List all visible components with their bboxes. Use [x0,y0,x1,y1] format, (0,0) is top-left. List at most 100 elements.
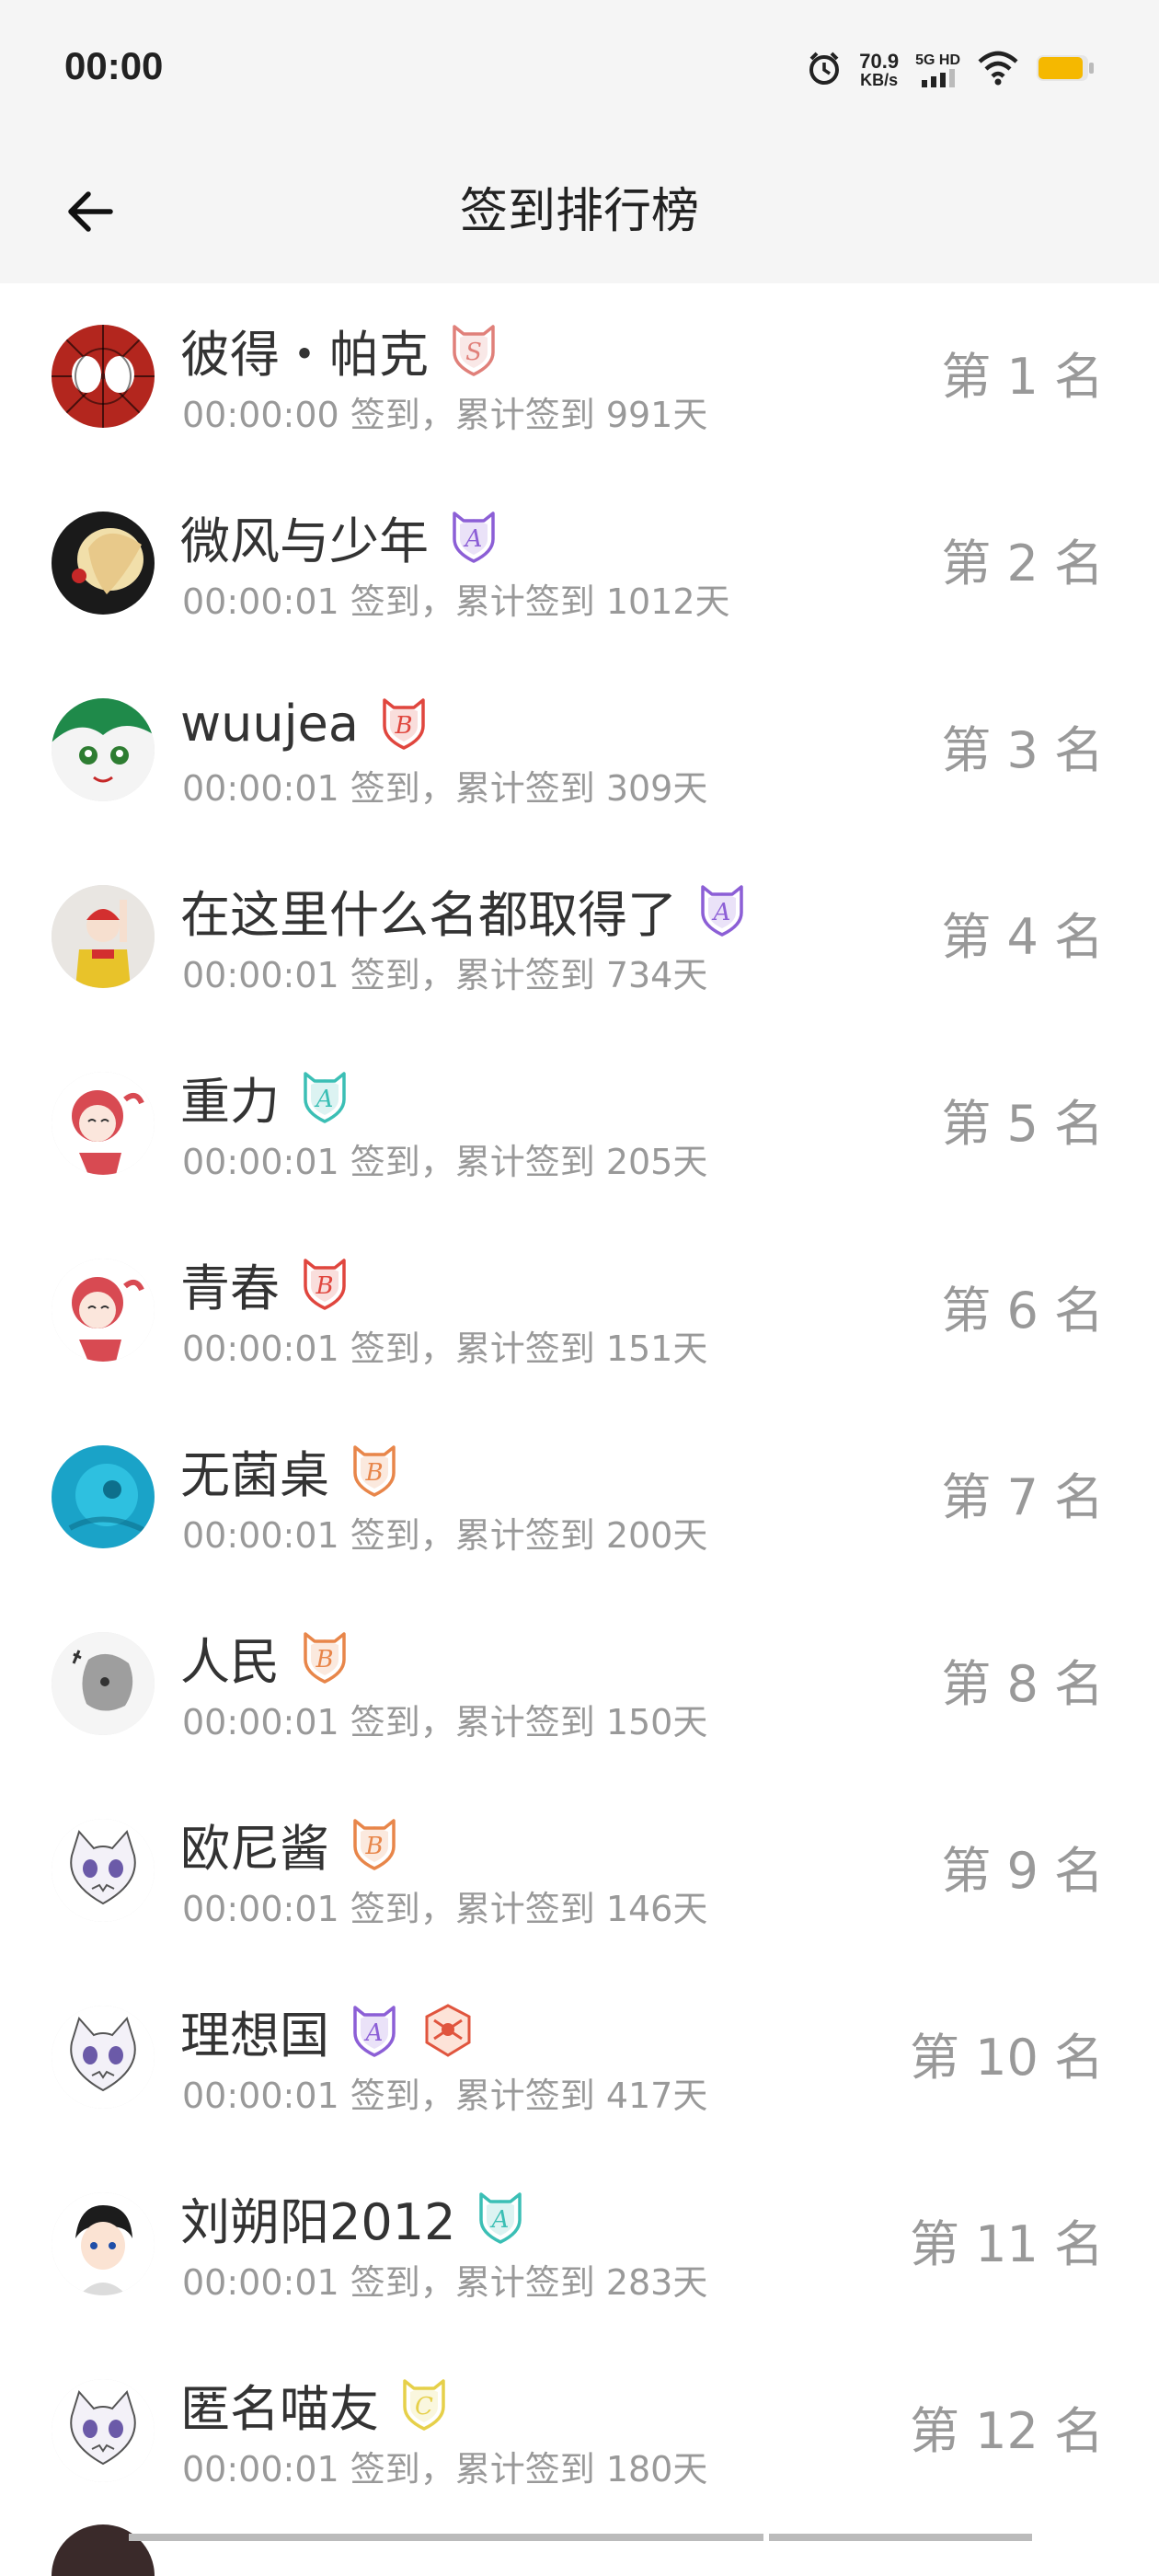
checkin-info: 00:00:01 签到，累计签到 205天 [182,1142,708,1182]
user-name[interactable]: wuujea [180,695,359,753]
avatar[interactable] [52,885,155,988]
signal-bars-icon [921,69,955,87]
svg-text:C: C [415,2393,433,2421]
rank-label: 第 5 名 [941,1095,1104,1153]
user-name[interactable]: 人民 [180,1621,280,1694]
checkin-info: 00:00:00 签到，累计签到 991天 [182,395,708,435]
checkin-info: 00:00:01 签到，累计签到 417天 [182,2076,708,2116]
user-name[interactable]: 刘朔阳2012 [180,2181,455,2254]
name-line: 刘朔阳2012 A [180,2184,529,2251]
name-line: 理想国 A [180,1997,476,2064]
name-line: 微风与少年 A [180,503,502,570]
level-badge-icon: B [346,1442,403,1499]
level-badge-icon: B [375,695,432,752]
user-name[interactable]: 匿名喵友 [180,2368,379,2441]
svg-text:B: B [394,712,412,740]
battery-icon [1036,53,1095,86]
svg-text:B: B [315,1646,333,1673]
checkin-info: 00:00:01 签到，累计签到 180天 [182,2449,708,2490]
ranking-list: 彼得・帕克 S 00:00:00 签到，累计签到 991天 第 1 名微风与少年 A 00… [0,283,1159,2524]
user-name[interactable]: 在这里什么名都取得了 [180,874,677,947]
level-badge-icon: B [296,1628,353,1685]
avatar[interactable] [52,1259,155,1362]
rank-label: 第 1 名 [941,348,1104,406]
name-line: 彼得・帕克 S [180,314,502,386]
avatar[interactable] [52,512,155,615]
list-item[interactable]: 匿名喵友 C 00:00:01 签到，累计签到 180天 第 12 名 [0,2338,1159,2524]
level-badge-icon: A [694,881,751,938]
list-item[interactable]: 欧尼酱 B 00:00:01 签到，累计签到 146天 第 9 名 [0,1777,1159,1964]
checkin-info: 00:00:01 签到，累计签到 200天 [182,1515,708,1556]
rank-label: 第 6 名 [941,1282,1104,1340]
rank-label: 第 4 名 [941,908,1104,966]
avatar[interactable] [52,1819,155,1922]
avatar[interactable] [52,1445,155,1548]
arrow-left-icon [68,191,113,232]
name-line: 人民 B [180,1624,353,1691]
name-line: 青春 B [180,1250,353,1317]
user-name[interactable]: 彼得・帕克 [180,314,429,386]
avatar[interactable] [52,2006,155,2109]
status-time: 00:00 [64,44,164,87]
checkin-info: 00:00:01 签到，累计签到 734天 [182,955,708,995]
svg-text:B: B [315,1272,333,1300]
list-item[interactable]: 人民 B 00:00:01 签到，累计签到 150天 第 8 名 [0,1591,1159,1777]
user-name[interactable]: 重力 [180,1061,280,1133]
list-item-partial [0,2524,1159,2576]
rank-label: 第 3 名 [941,721,1104,779]
user-name[interactable]: 青春 [180,1248,280,1320]
rank-label: 第 11 名 [909,2215,1104,2273]
rank-label: 第 9 名 [941,1842,1104,1900]
checkin-info: 00:00:01 签到，累计签到 309天 [182,768,708,809]
net-speed: 70.9 KB/s [859,50,900,89]
page-title: 签到排行榜 [459,184,699,239]
user-name[interactable]: 理想国 [180,1995,329,2067]
name-line: wuujea B [180,690,432,756]
checkin-info: 00:00:01 签到，累计签到 151天 [182,1328,708,1369]
rank-label: 第 7 名 [941,1468,1104,1526]
alarm-icon [806,50,843,90]
svg-text:A: A [315,1086,334,1113]
list-item[interactable]: 微风与少年 A 00:00:01 签到，累计签到 1012天 第 2 名 [0,470,1159,657]
avatar[interactable] [52,325,155,428]
list-item[interactable]: 无菌桌 B 00:00:01 签到，累计签到 200天 第 7 名 [0,1404,1159,1591]
checkin-info: 00:00:01 签到，累计签到 150天 [182,1702,708,1742]
checkin-info: 00:00:01 签到，累计签到 283天 [182,2262,708,2303]
avatar[interactable] [52,1072,155,1175]
app-bar: 签到排行榜 [0,140,1159,283]
list-item[interactable]: 理想国 A 00:00:01 签到，累计签到 417天 第 10 名 [0,1964,1159,2151]
list-item[interactable]: wuujea B 00:00:01 签到，累计签到 309天 第 3 名 [0,657,1159,844]
list-item[interactable]: 在这里什么名都取得了 A 00:00:01 签到，累计签到 734天 第 4 名 [0,844,1159,1030]
name-line: 欧尼酱 B [180,1808,403,1880]
medal-badge-icon [419,2002,476,2059]
status-bar: 00:00 70.9 KB/s 5G HD [0,0,1159,140]
rank-label: 第 12 名 [909,2402,1104,2460]
level-badge-icon: A [346,2002,403,2059]
svg-text:B: B [364,1459,383,1487]
svg-text:A: A [712,899,731,926]
avatar[interactable] [52,2192,155,2295]
svg-text:A: A [490,2206,510,2234]
svg-text:S: S [465,339,482,366]
user-name[interactable]: 欧尼酱 [180,1808,329,1880]
name-line: 无菌桌 B [180,1437,403,1504]
rank-label: 第 10 名 [909,2029,1104,2087]
list-item[interactable]: 刘朔阳2012 A 00:00:01 签到，累计签到 283天 第 11 名 [0,2151,1159,2338]
user-name[interactable]: 无菌桌 [180,1434,329,1507]
back-button[interactable] [55,177,125,247]
level-badge-icon: B [296,1255,353,1312]
avatar[interactable] [52,1632,155,1735]
checkin-info: 00:00:01 签到，累计签到 1012天 [182,581,730,622]
list-item[interactable]: 重力 A 00:00:01 签到，累计签到 205天 第 5 名 [0,1030,1159,1217]
checkin-info: 00:00:01 签到，累计签到 146天 [182,1889,708,1929]
list-item[interactable]: 彼得・帕克 S 00:00:00 签到，累计签到 991天 第 1 名 [0,283,1159,470]
level-badge-icon: S [445,321,502,378]
svg-text:A: A [364,2019,384,2047]
level-badge-icon: B [346,1815,403,1872]
list-item[interactable]: 青春 B 00:00:01 签到，累计签到 151天 第 6 名 [0,1217,1159,1404]
avatar[interactable] [52,2379,155,2482]
avatar[interactable] [52,698,155,801]
rank-label: 第 8 名 [941,1655,1104,1713]
level-badge-icon: A [296,1068,353,1125]
user-name[interactable]: 微风与少年 [180,500,429,573]
